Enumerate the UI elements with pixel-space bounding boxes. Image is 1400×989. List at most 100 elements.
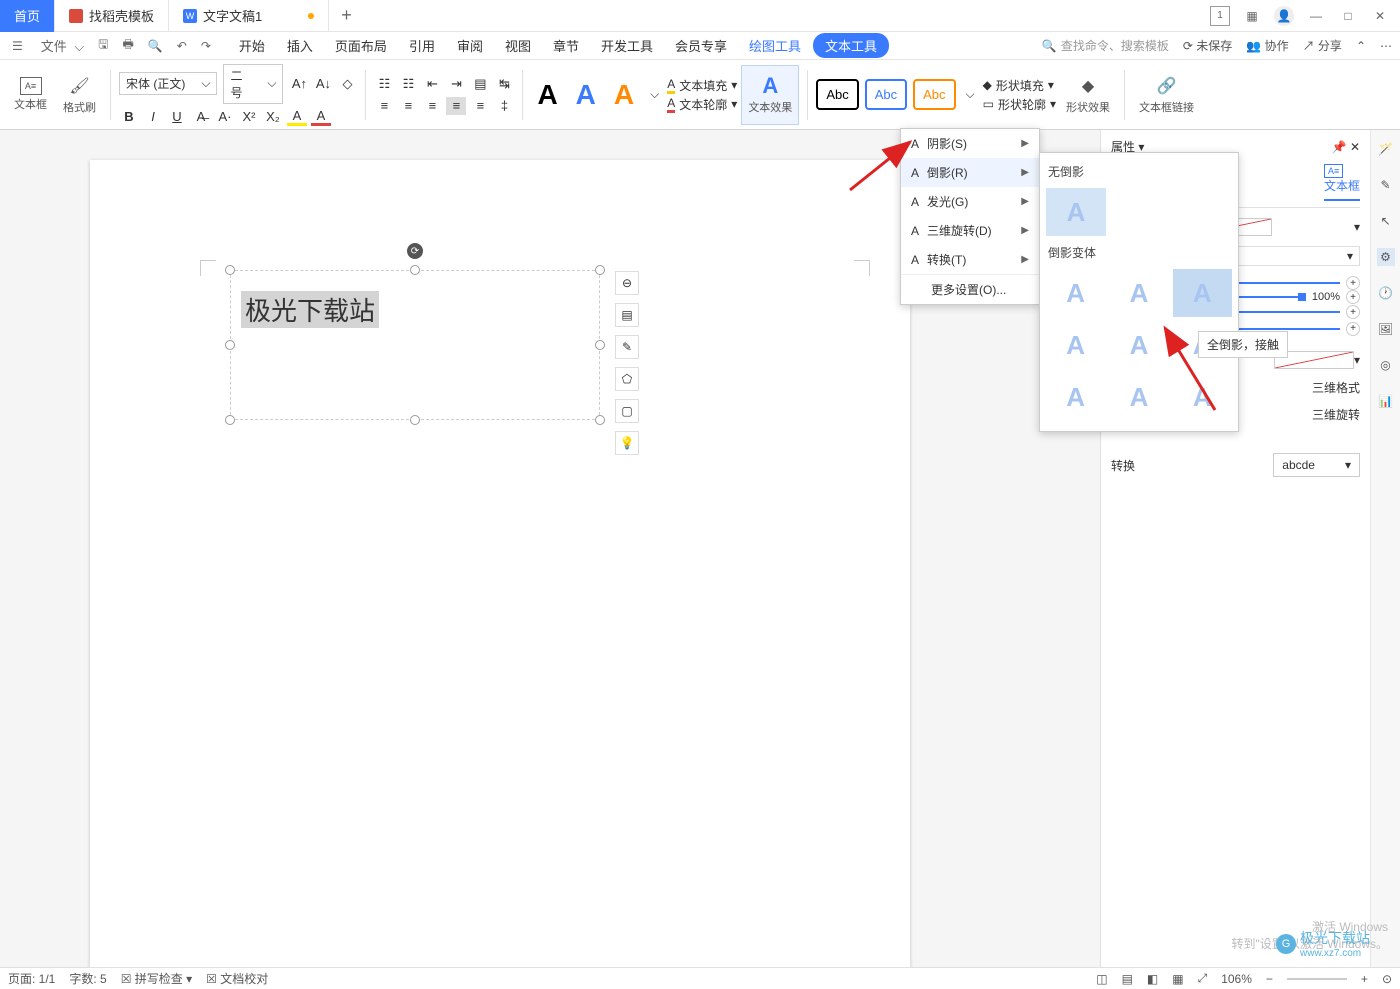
view-icon-3[interactable]: ◧ bbox=[1147, 972, 1158, 986]
clear-format-icon[interactable]: ◇ bbox=[337, 75, 357, 93]
shape-style-3[interactable]: Abc bbox=[913, 79, 955, 110]
view-icon-4[interactable]: ▦ bbox=[1172, 972, 1183, 986]
menu-ellipsis[interactable]: ⋯ bbox=[1380, 39, 1392, 53]
expand-icon[interactable]: ⊖ bbox=[615, 271, 639, 295]
style-more[interactable]: ⌵ bbox=[646, 87, 663, 102]
font-color-button[interactable]: A bbox=[311, 108, 331, 126]
resize-handle[interactable] bbox=[410, 265, 420, 275]
indent-icon[interactable]: ⇥ bbox=[446, 75, 466, 93]
redo-icon[interactable]: ↷ bbox=[197, 37, 215, 55]
ruler-icon[interactable]: ▤ bbox=[470, 75, 490, 93]
share-button[interactable]: ↗ 分享 bbox=[1303, 37, 1342, 54]
cursor-icon[interactable]: ↖ bbox=[1377, 212, 1395, 230]
shape-effect-button[interactable]: ◆ 形状效果 bbox=[1060, 65, 1116, 125]
resize-handle[interactable] bbox=[225, 415, 235, 425]
shape-fill-button[interactable]: ◆ 形状填充 ▾ bbox=[983, 77, 1056, 94]
clock-icon[interactable]: 🕐 bbox=[1377, 284, 1395, 302]
menu-page-layout[interactable]: 页面布局 bbox=[325, 33, 397, 58]
shape-style-2[interactable]: Abc bbox=[865, 79, 907, 110]
dropdown-more-settings[interactable]: 更多设置(O)... bbox=[901, 274, 1039, 304]
command-search[interactable]: 🔍 查找命令、搜索模板 bbox=[1042, 37, 1169, 54]
tab-template[interactable]: 找稻壳模板 bbox=[55, 0, 169, 32]
preview-icon[interactable]: 🔍 bbox=[144, 37, 167, 55]
reflection-variant[interactable]: A bbox=[1109, 373, 1168, 421]
transform-selector[interactable]: abcde▾ bbox=[1273, 453, 1360, 477]
location-icon[interactable]: ◎ bbox=[1377, 356, 1395, 374]
selector-arrow[interactable]: ▾ bbox=[1347, 249, 1353, 263]
zoom-value[interactable]: 106% bbox=[1221, 972, 1252, 986]
textbox-content[interactable]: 极光下载站 bbox=[241, 291, 379, 328]
collab-button[interactable]: 👥 协作 bbox=[1246, 37, 1288, 54]
idea-icon[interactable]: 💡 bbox=[615, 431, 639, 455]
reflection-variant[interactable]: A bbox=[1109, 321, 1168, 369]
dropdown-shadow[interactable]: A阴影(S)▶ bbox=[901, 129, 1039, 158]
menu-draw-tools[interactable]: 绘图工具 bbox=[739, 33, 811, 58]
reflection-none[interactable]: A bbox=[1046, 188, 1106, 236]
char-spacing-icon[interactable]: ↹ bbox=[494, 75, 514, 93]
decrease-font-icon[interactable]: A↓ bbox=[313, 75, 333, 93]
shape-style-1[interactable]: Abc bbox=[816, 79, 858, 110]
font-name-select[interactable]: 宋体 (正文)⌵ bbox=[119, 72, 217, 95]
dropdown-reflection[interactable]: A倒影(R)▶ bbox=[901, 158, 1039, 187]
page-status[interactable]: 页面: 1/1 bbox=[8, 970, 55, 987]
textbox-link-button[interactable]: 🔗 文本框链接 bbox=[1133, 65, 1200, 125]
outdent-icon[interactable]: ⇤ bbox=[422, 75, 442, 93]
maximize-button[interactable]: □ bbox=[1338, 6, 1358, 26]
align-distribute-icon[interactable]: ≡ bbox=[470, 97, 490, 115]
tab-home[interactable]: 首页 bbox=[0, 0, 55, 32]
format-painter[interactable]: 🖌 格式刷 bbox=[57, 65, 102, 125]
menu-dev-tools[interactable]: 开发工具 bbox=[591, 33, 663, 58]
view-icon-1[interactable]: ◫ bbox=[1096, 972, 1107, 986]
resize-handle[interactable] bbox=[225, 340, 235, 350]
spell-check-toggle[interactable]: ☒ 拼写检查 ▾ bbox=[121, 970, 192, 987]
save-icon[interactable]: 🖫 bbox=[94, 33, 112, 58]
status-more[interactable]: ⊙ bbox=[1382, 972, 1392, 986]
menu-text-tools[interactable]: 文本工具 bbox=[813, 33, 889, 58]
file-menu[interactable]: 文件 ⌵ bbox=[33, 34, 88, 57]
zoom-in[interactable]: + bbox=[1361, 972, 1368, 986]
menu-references[interactable]: 引用 bbox=[399, 33, 445, 58]
menu-more[interactable]: ⌃ bbox=[1356, 39, 1366, 53]
gallery-icon[interactable]: 🖼 bbox=[1377, 320, 1395, 338]
edit-icon[interactable]: ✎ bbox=[615, 335, 639, 359]
textbox-group[interactable]: A≡ 文本框 bbox=[8, 65, 53, 125]
reset-icon[interactable]: ▢ bbox=[615, 399, 639, 423]
menu-icon[interactable]: ☰ bbox=[8, 37, 27, 55]
selected-textbox[interactable]: ⟳ 极光下载站 ⊖ ▤ ✎ ⬠ ▢ 💡 bbox=[230, 270, 600, 420]
view-icon-2[interactable]: ▤ bbox=[1122, 972, 1133, 986]
number-list-icon[interactable]: ☷ bbox=[398, 75, 418, 93]
zoom-slider[interactable] bbox=[1287, 978, 1347, 980]
bullet-list-icon[interactable]: ☷ bbox=[374, 75, 394, 93]
text-style-black[interactable]: A bbox=[531, 79, 563, 111]
rotate-handle[interactable]: ⟳ bbox=[407, 243, 423, 259]
text-fill-button[interactable]: A 文本填充 ▾ bbox=[667, 77, 737, 94]
align-justify-icon[interactable]: ≡ bbox=[446, 97, 466, 115]
resize-handle[interactable] bbox=[225, 265, 235, 275]
increase-font-icon[interactable]: A↑ bbox=[289, 75, 309, 93]
font-size-select[interactable]: 二号⌵ bbox=[223, 64, 283, 104]
underline-button[interactable]: U bbox=[167, 108, 187, 126]
emphasis-button[interactable]: A· bbox=[215, 108, 235, 126]
panel-close-icon[interactable]: ✕ bbox=[1350, 140, 1360, 154]
minimize-button[interactable]: — bbox=[1306, 6, 1326, 26]
dropdown-transform[interactable]: A转换(T)▶ bbox=[901, 245, 1039, 274]
rocket-icon[interactable]: 🪄 bbox=[1377, 140, 1395, 158]
menu-view[interactable]: 视图 bbox=[495, 33, 541, 58]
text-effect-button[interactable]: A 文本效果 bbox=[741, 65, 799, 125]
chart-icon[interactable]: 📊 bbox=[1377, 392, 1395, 410]
text-style-orange[interactable]: A bbox=[608, 79, 640, 111]
strikethrough-button[interactable]: A̶ bbox=[191, 108, 211, 126]
grid-icon[interactable]: ▦ bbox=[1242, 6, 1262, 26]
dropdown-arrow[interactable]: ▾ bbox=[1354, 220, 1360, 234]
dropdown-glow[interactable]: A发光(G)▶ bbox=[901, 187, 1039, 216]
plus-button[interactable]: + bbox=[1346, 290, 1360, 304]
align-right-icon[interactable]: ≡ bbox=[422, 97, 442, 115]
reflection-variant[interactable]: A bbox=[1046, 269, 1105, 317]
undo-icon[interactable]: ↶ bbox=[173, 37, 191, 55]
reflection-variant[interactable]: A bbox=[1109, 269, 1168, 317]
word-count[interactable]: 字数: 5 bbox=[69, 970, 106, 987]
print-icon[interactable]: 🖶 bbox=[118, 33, 137, 58]
reflection-variant[interactable]: A bbox=[1046, 373, 1105, 421]
pin-icon[interactable]: 📌 bbox=[1332, 140, 1347, 154]
highlight-button[interactable]: A bbox=[287, 108, 307, 126]
